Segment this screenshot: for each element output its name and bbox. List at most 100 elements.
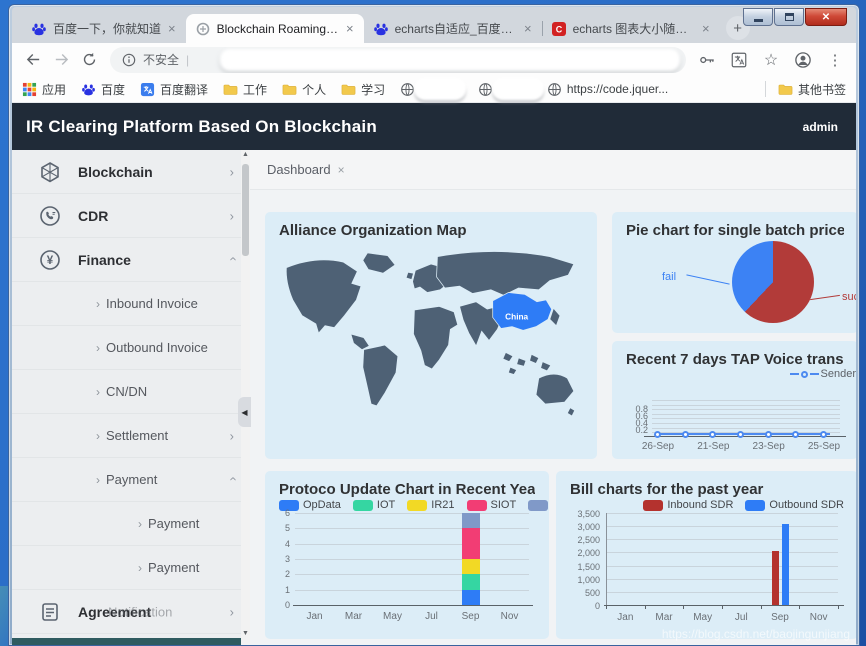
panel-alliance-map: Alliance Organization Map <box>265 212 597 459</box>
maximize-icon <box>785 13 794 21</box>
bookmark-7[interactable]: Inter... <box>478 82 531 97</box>
profile-button[interactable] <box>790 47 816 73</box>
legend-item-aa14[interactable]: AA14 <box>528 499 549 511</box>
tab-dashboard[interactable]: Dashboard <box>267 162 331 177</box>
y-axis-tick: 4 <box>279 539 290 549</box>
scrollbar-thumb[interactable] <box>242 164 249 256</box>
data-point-marker[interactable] <box>820 431 827 438</box>
sidebar-item-cn-dn[interactable]: ›CN/DN <box>12 370 250 414</box>
bookmark-3[interactable]: 工作 <box>223 81 267 98</box>
folder-icon <box>341 82 356 97</box>
stacked-bar-segment-ir21[interactable] <box>462 559 480 574</box>
sidebar-item-cdr[interactable]: CDR› <box>12 194 250 238</box>
bookmark-1[interactable]: 百度 <box>81 81 125 98</box>
sidebar-collapse-handle[interactable]: ◀ <box>238 397 251 427</box>
legend-item-ir21[interactable]: IR21 <box>407 499 454 511</box>
browser-tab-3[interactable]: Cecharts 图表大小随窗口变× <box>542 14 720 43</box>
data-point-marker[interactable] <box>682 431 689 438</box>
stacked-bar-segment-aa14[interactable] <box>462 513 480 528</box>
y-axis-tick: 2 <box>279 569 290 579</box>
tab-close-icon[interactable]: × <box>338 163 345 177</box>
x-axis-label: Nov <box>490 611 529 622</box>
sidebar-item-agreement[interactable]: AgreementNotification› <box>12 590 250 634</box>
tab-title: Blockchain Roaming Sys <box>217 22 339 36</box>
protoco-legend: OpDataIOTIR21SIOTAA14 <box>279 499 535 511</box>
bookmarks-bar: 应用百度百度翻译工作个人学习 n Inter... Inter... https://… <box>12 76 856 103</box>
stacked-bar-segment-opdata[interactable] <box>462 590 480 605</box>
data-point-marker[interactable] <box>765 431 772 438</box>
scrollbar-down-arrow[interactable]: ▼ <box>241 630 250 637</box>
legend-label: SIOT <box>491 499 517 511</box>
bookmark-star-button[interactable]: ☆ <box>758 47 784 73</box>
legend-item-outbound-sdr[interactable]: Outbound SDR <box>745 499 844 511</box>
dashboard-panels: Alliance Organization Map <box>250 190 856 645</box>
csdn-favicon-icon: C <box>551 21 567 37</box>
x-axis-label: 23-Sep <box>747 441 791 452</box>
bar-inbound-sdr[interactable] <box>772 551 779 605</box>
x-axis-tickmark <box>606 605 607 609</box>
sidebar-item-payment[interactable]: ›Payment <box>12 546 250 590</box>
sidebar-item-label: CN/DN <box>106 384 147 399</box>
cdr-icon <box>38 204 62 228</box>
sidebar-item-settlement[interactable]: ›Settlement› <box>12 414 250 458</box>
stacked-bar-segment-siot[interactable] <box>462 528 480 559</box>
tab-close-icon[interactable]: × <box>523 22 533 35</box>
translate-button[interactable] <box>726 47 752 73</box>
tab-close-icon[interactable]: × <box>345 22 355 35</box>
reload-button[interactable] <box>76 47 102 73</box>
pie-graphic[interactable] <box>732 241 814 323</box>
grid-line <box>606 566 838 567</box>
bookmark-0[interactable]: 应用 <box>22 81 66 98</box>
bookmark-2[interactable]: 百度翻译 <box>140 81 208 98</box>
sidebar-item-blockchain[interactable]: Blockchain› <box>12 150 250 194</box>
other-bookmarks-button[interactable]: 其他书签 <box>778 81 846 98</box>
scrollbar-up-arrow[interactable]: ▲ <box>241 151 250 158</box>
bookmark-8[interactable]: https://code.jquer... <box>547 82 668 97</box>
data-point-marker[interactable] <box>737 431 744 438</box>
sidebar-item-payment[interactable]: ›Payment› <box>12 458 250 502</box>
data-point-marker[interactable] <box>654 431 661 438</box>
browser-toolbar: 不安全 | ☆ ⋮ <box>12 43 856 76</box>
x-axis-label: Sep <box>451 611 490 622</box>
close-button[interactable]: ✕ <box>805 8 847 26</box>
sidebar-item-outbound-invoice[interactable]: ›Outbound Invoice <box>12 326 250 370</box>
tab-close-icon[interactable]: × <box>701 22 711 35</box>
y-axis-tick: 3,500 <box>570 509 600 519</box>
bookmark-5[interactable]: 学习 <box>341 81 385 98</box>
bookmark-4[interactable]: 个人 <box>282 81 326 98</box>
x-axis-label: May <box>683 612 722 623</box>
pie-label-success: success <box>842 291 856 303</box>
user-label[interactable]: admin <box>803 120 838 134</box>
x-axis-tickmark <box>722 605 723 609</box>
chevron-right-icon: › <box>230 164 234 179</box>
sidebar-item-cutoff[interactable] <box>12 638 242 645</box>
maximize-button[interactable] <box>774 8 804 26</box>
ghost-overlap-label: Notification <box>108 604 172 619</box>
data-point-marker[interactable] <box>709 431 716 438</box>
bar-outbound-sdr[interactable] <box>782 524 789 605</box>
sidebar-item-payment[interactable]: ›Payment <box>12 502 250 546</box>
back-button[interactable] <box>20 47 46 73</box>
redaction-blur <box>492 78 544 100</box>
legend-label: OpData <box>303 499 341 511</box>
chrome-menu-button[interactable]: ⋮ <box>822 47 848 73</box>
data-point-marker[interactable] <box>792 431 799 438</box>
password-key-button[interactable] <box>694 47 720 73</box>
legend-item-iot[interactable]: IOT <box>353 499 395 511</box>
sidebar-item-finance[interactable]: ¥Finance› <box>12 238 250 282</box>
legend-item-inbound-sdr[interactable]: Inbound SDR <box>643 499 733 511</box>
forward-button[interactable] <box>48 47 74 73</box>
sidebar-item-inbound-invoice[interactable]: ›Inbound Invoice <box>12 282 250 326</box>
legend-swatch <box>467 500 487 511</box>
x-axis-label: Mar <box>334 611 373 622</box>
legend-item-siot[interactable]: SIOT <box>467 499 517 511</box>
stacked-bar-segment-iot[interactable] <box>462 574 480 589</box>
browser-tab-2[interactable]: echarts自适应_百度搜索× <box>364 14 542 43</box>
minimize-button[interactable] <box>743 8 773 26</box>
bookmark-6[interactable]: n Inter... <box>400 82 463 97</box>
browser-tab-1[interactable]: Blockchain Roaming Sys × <box>186 14 364 43</box>
browser-tab-0[interactable]: 百度一下，你就知道× <box>22 14 186 43</box>
tab-close-icon[interactable]: × <box>167 22 177 35</box>
y-axis-tick: 500 <box>570 588 600 598</box>
address-bar[interactable]: 不安全 | <box>110 47 686 73</box>
